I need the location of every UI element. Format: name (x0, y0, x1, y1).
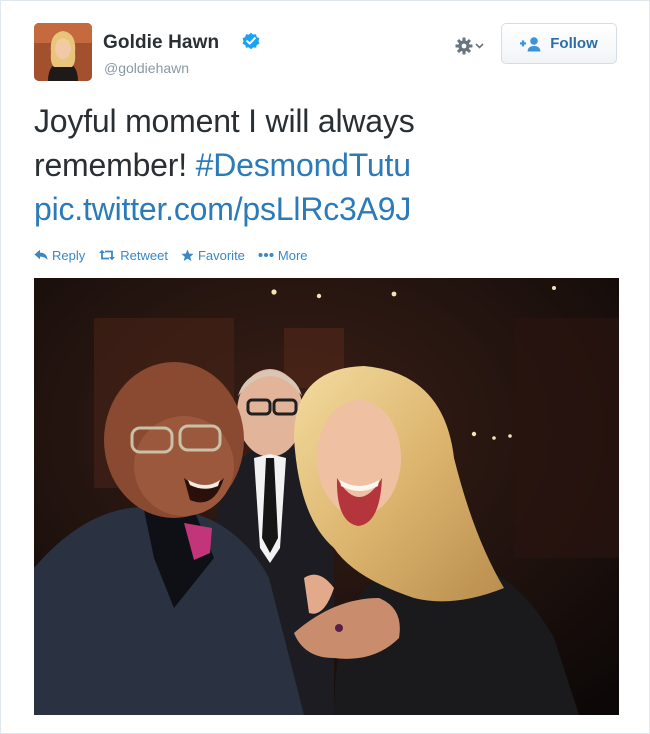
media-link[interactable]: pic.twitter.com/psLlRc3A9J (34, 191, 411, 227)
screen-name[interactable]: @goldiehawn (104, 60, 189, 76)
tweet-actions: Reply Retweet Favorite More (34, 246, 308, 264)
tweet-text-line: remember! #DesmondTutu (34, 143, 624, 187)
follow-button[interactable]: Follow (501, 23, 617, 64)
avatar[interactable] (34, 23, 92, 81)
tweet-text-line: Joyful moment I will always (34, 103, 415, 139)
tweet-card: Goldie Hawn @goldiehawn Follow Joyful mo… (0, 0, 650, 734)
reply-icon (34, 249, 48, 260)
favorite-label: Favorite (197, 247, 245, 263)
star-icon (181, 249, 194, 261)
tweet-text-plain: remember! (34, 147, 196, 183)
reply-label: Reply (52, 247, 86, 263)
favorite-action[interactable]: Favorite (181, 248, 245, 263)
more-action[interactable]: More (258, 248, 308, 263)
follow-label: Follow (550, 35, 598, 52)
chevron-down-icon (475, 43, 484, 49)
user-actions-menu[interactable] (455, 33, 493, 59)
tweet-text: Joyful moment I will always remember! #D… (34, 99, 624, 231)
more-dots-icon (258, 253, 274, 257)
tweet-photo[interactable] (34, 278, 619, 715)
photo-image (34, 278, 619, 715)
hashtag-link[interactable]: #DesmondTutu (196, 147, 411, 183)
verified-badge-icon (242, 32, 260, 50)
reply-action[interactable]: Reply (34, 248, 85, 263)
retweet-label: Retweet (120, 247, 168, 263)
retweet-icon (99, 249, 116, 261)
add-user-icon (520, 36, 541, 51)
retweet-action[interactable]: Retweet (98, 248, 168, 263)
avatar-image (34, 23, 92, 81)
user-name[interactable]: Goldie Hawn (103, 32, 219, 54)
gear-icon (455, 37, 473, 55)
tweet-text-line: pic.twitter.com/psLlRc3A9J (34, 187, 624, 231)
more-label: More (277, 247, 308, 263)
